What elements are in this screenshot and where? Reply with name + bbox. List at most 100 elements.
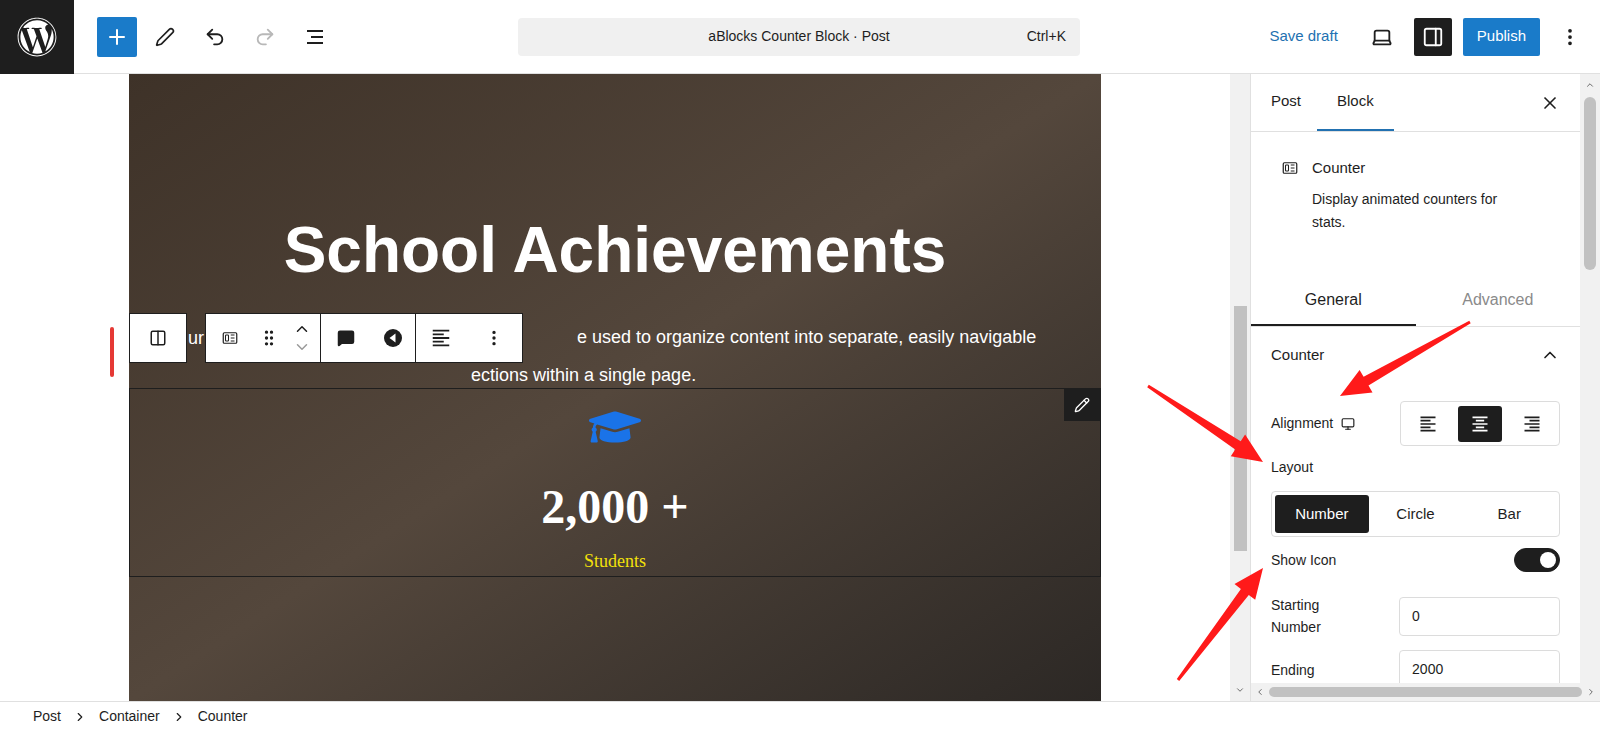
sidebar-icon (1422, 26, 1444, 48)
alignment-row: Alignment (1251, 401, 1580, 446)
sidebar-tab[interactable]: Post (1255, 74, 1317, 131)
counter-block-icon (1281, 159, 1299, 177)
tools-button[interactable] (140, 17, 190, 57)
field-label: Ending (1271, 659, 1351, 681)
redo-icon (254, 26, 276, 48)
undo-icon (204, 26, 226, 48)
section-heading[interactable]: School Achievements (129, 74, 1101, 286)
settings-sidebar: PostBlockCounterDisplay animated counter… (1250, 74, 1600, 701)
sidebar-tab[interactable]: Block (1317, 74, 1394, 131)
wordpress-icon (17, 17, 57, 57)
show-icon-row: Show Icon (1251, 548, 1580, 572)
background-photo: School Achievementse used to organize co… (129, 74, 1101, 701)
sidebar-scrollbar[interactable] (1580, 74, 1600, 683)
comment-icon (337, 329, 355, 347)
scroll-left-icon[interactable] (1255, 687, 1265, 697)
animation-button[interactable] (371, 314, 415, 362)
sidebar-tabs: PostBlock (1251, 74, 1580, 132)
redo-button[interactable] (240, 17, 290, 57)
number-field-row: Starting Number0 (1251, 594, 1580, 638)
block-options-button[interactable] (466, 314, 522, 362)
panel-header[interactable]: Counter (1251, 327, 1580, 383)
desktop-icon[interactable] (1341, 417, 1355, 431)
layout-option[interactable]: Number (1275, 495, 1369, 533)
wordpress-logo[interactable] (0, 0, 74, 74)
pencil-icon (1074, 397, 1090, 413)
undo-button[interactable] (190, 17, 240, 57)
selection-indicator (110, 327, 114, 377)
grip-icon (259, 328, 279, 348)
block-type-button[interactable] (206, 314, 254, 362)
save-draft-button[interactable]: Save draft (1265, 18, 1341, 56)
annotation-arrows (0, 0, 1600, 731)
arrow-icon (1147, 385, 1263, 462)
alignment-label: Alignment (1271, 413, 1333, 434)
alignment-option[interactable] (1458, 406, 1502, 442)
show-icon-label: Show Icon (1271, 550, 1336, 571)
layout-control: NumberCircleBar (1271, 491, 1560, 537)
chevron-right-icon (73, 710, 87, 724)
settings-tab[interactable]: Advanced (1416, 275, 1581, 326)
number-input[interactable]: 2000 (1399, 650, 1560, 683)
toggle-knob (1540, 552, 1556, 568)
number-field-row: Ending 2000 (1251, 650, 1580, 683)
edit-button[interactable] (1064, 389, 1100, 421)
layout-option[interactable]: Bar (1462, 495, 1556, 533)
settings-tabs: GeneralAdvanced (1251, 275, 1580, 327)
scroll-thumb[interactable] (1269, 687, 1582, 697)
settings-tab[interactable]: General (1251, 275, 1416, 326)
document-overview-button[interactable] (290, 17, 340, 57)
preview-button[interactable] (1362, 18, 1402, 56)
move-down-icon[interactable] (293, 338, 311, 356)
move-buttons (284, 314, 320, 362)
canvas: School Achievementse used to organize co… (0, 74, 1250, 701)
block-card: CounterDisplay animated counters for sta… (1251, 132, 1580, 275)
breadcrumb-item[interactable]: Container (99, 706, 160, 727)
scroll-down-icon[interactable] (1235, 685, 1245, 695)
command-palette[interactable]: aBlocks Counter Block · PostCtrl+K (518, 18, 1080, 56)
breadcrumb-item[interactable]: Post (33, 706, 61, 727)
align-right-icon (1522, 414, 1542, 434)
sidebar-content: PostBlockCounterDisplay animated counter… (1251, 74, 1580, 683)
counter-block[interactable]: 2,000 +Students (129, 388, 1101, 577)
scroll-thumb[interactable] (1584, 97, 1596, 270)
settings-toggle[interactable] (1414, 18, 1452, 56)
close-sidebar-button[interactable] (1540, 74, 1560, 131)
alignment-option[interactable] (1406, 406, 1450, 442)
block-toolbar: ur (129, 313, 523, 363)
scroll-up-icon[interactable] (1585, 80, 1595, 90)
comment-button[interactable] (321, 314, 371, 362)
top-toolbar: aBlocks Counter Block · PostCtrl+K Save d… (0, 0, 1600, 74)
block-name: Counter (1312, 157, 1512, 179)
close-icon (1540, 93, 1560, 113)
options-button[interactable] (1550, 18, 1590, 56)
publish-button[interactable]: Publish (1463, 18, 1540, 56)
canvas-scrollbar[interactable] (1230, 74, 1250, 701)
scroll-thumb[interactable] (1234, 306, 1247, 551)
shortcut-hint: Ctrl+K (1000, 26, 1080, 47)
horizontal-scrollbar[interactable] (1251, 683, 1600, 701)
graduation-cap-icon (589, 401, 641, 453)
alignment-option[interactable] (1510, 406, 1554, 442)
scroll-right-icon[interactable] (1586, 687, 1596, 697)
breadcrumb-bar: Post Container Counter (0, 701, 1600, 731)
show-icon-toggle[interactable] (1514, 548, 1560, 572)
add-block-button[interactable] (97, 17, 137, 57)
pen-icon (155, 27, 175, 47)
align-button[interactable] (416, 314, 466, 362)
parent-block-button[interactable] (129, 313, 187, 363)
breadcrumb-item[interactable]: Counter (198, 706, 248, 727)
counter-number: 2,000 + (541, 479, 688, 535)
play-reverse-icon (383, 328, 403, 348)
list-view-icon (303, 25, 327, 49)
plus-icon (105, 25, 129, 49)
drag-handle[interactable] (254, 314, 284, 362)
number-input[interactable]: 0 (1399, 597, 1560, 636)
paragraph-line: ections within a single page. (129, 363, 1101, 387)
toolbar-actions: Save draft Publish (1265, 18, 1590, 56)
align-left-icon (430, 327, 452, 349)
block-editor: aBlocks Counter Block · PostCtrl+K Save d… (0, 0, 1600, 731)
align-center-icon (1470, 414, 1490, 434)
move-up-icon[interactable] (293, 320, 311, 338)
layout-option[interactable]: Circle (1369, 495, 1463, 533)
